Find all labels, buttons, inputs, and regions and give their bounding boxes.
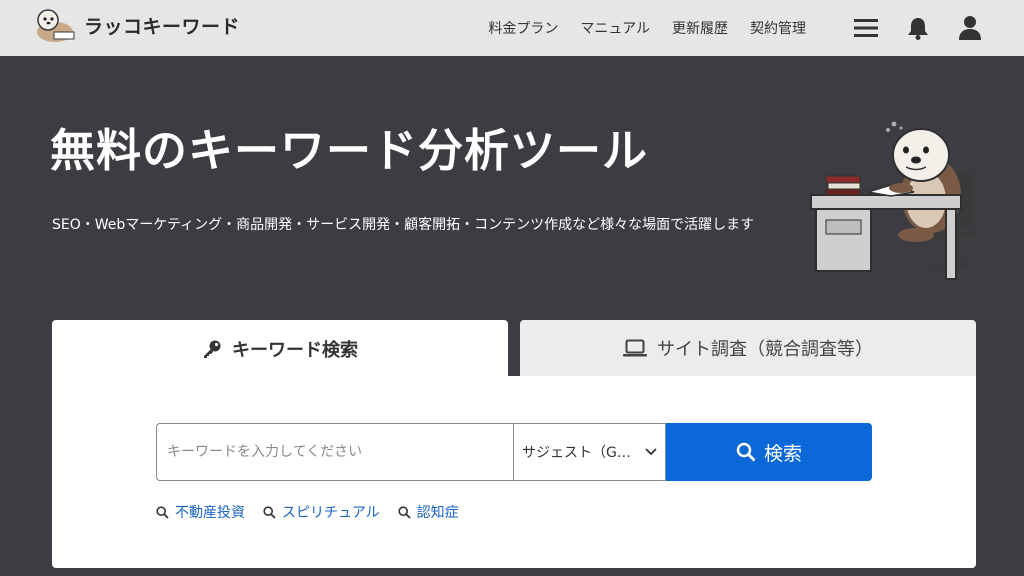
nav-changelog[interactable]: 更新履歴	[672, 18, 728, 38]
otter-studying-illustration	[810, 121, 976, 280]
suggested-keyword-link[interactable]: スピリチュアル	[263, 502, 380, 522]
search-type-select[interactable]: サジェスト（G…	[513, 423, 666, 481]
key-icon	[204, 340, 221, 358]
search-button-label: 検索	[763, 442, 802, 465]
tab-site-research-label: サイト調査（競合調査等）	[657, 339, 873, 360]
suggested-keyword-label: 認知症	[416, 505, 459, 521]
search-row: サジェスト（G… 検索	[156, 423, 872, 481]
tab-keyword-search-label: キーワード検索	[232, 339, 358, 361]
suggested-keywords: 不動産投資 スピリチュアル 認知症	[156, 502, 459, 522]
suggested-keyword-link[interactable]: 不動産投資	[156, 502, 245, 522]
menu-icon[interactable]	[852, 14, 880, 42]
tab-keyword-search[interactable]: キーワード検索	[52, 320, 508, 377]
tab-site-research[interactable]: サイト調査（競合調査等）	[520, 320, 976, 376]
nav-pricing[interactable]: 料金プラン	[488, 18, 558, 38]
keyword-search-input[interactable]	[156, 423, 513, 481]
bell-icon[interactable]	[904, 14, 932, 42]
laptop-icon	[623, 339, 647, 357]
suggested-keyword-label: 不動産投資	[175, 505, 245, 521]
suggested-keyword-label: スピリチュアル	[282, 505, 380, 521]
user-icon[interactable]	[956, 14, 984, 42]
header: ラッコキーワード 料金プラン マニュアル 更新履歴 契約管理	[0, 0, 1024, 56]
search-icon	[397, 505, 411, 519]
search-icon	[736, 442, 756, 462]
search-icon	[156, 505, 169, 519]
logo[interactable]: ラッコキーワード	[32, 6, 240, 44]
nav-contract[interactable]: 契約管理	[750, 18, 806, 38]
hero-title: 無料のキーワード分析ツール	[50, 124, 649, 177]
nav-manual[interactable]: マニュアル	[580, 18, 650, 38]
chevron-down-icon	[645, 448, 657, 456]
hero-subtitle: SEO・Webマーケティング・商品開発・サービス開発・顧客開拓・コンテンツ作成な…	[52, 217, 755, 233]
top-nav: 料金プラン マニュアル 更新履歴 契約管理	[488, 0, 1024, 56]
search-type-select-value: サジェスト（G…	[522, 445, 631, 461]
search-icon	[263, 505, 276, 519]
logo-text: ラッコキーワード	[84, 15, 241, 38]
suggested-keyword-link[interactable]: 認知症	[397, 502, 459, 522]
search-button[interactable]: 検索	[666, 423, 872, 481]
search-panel: キーワード検索 サイト調査（競合調査等） サジェスト（G… 検索 不動産投資	[52, 320, 976, 568]
otter-logo-icon	[37, 9, 75, 42]
search-panel-body: サジェスト（G… 検索 不動産投資 スピリチュアル 認知症	[52, 376, 976, 568]
